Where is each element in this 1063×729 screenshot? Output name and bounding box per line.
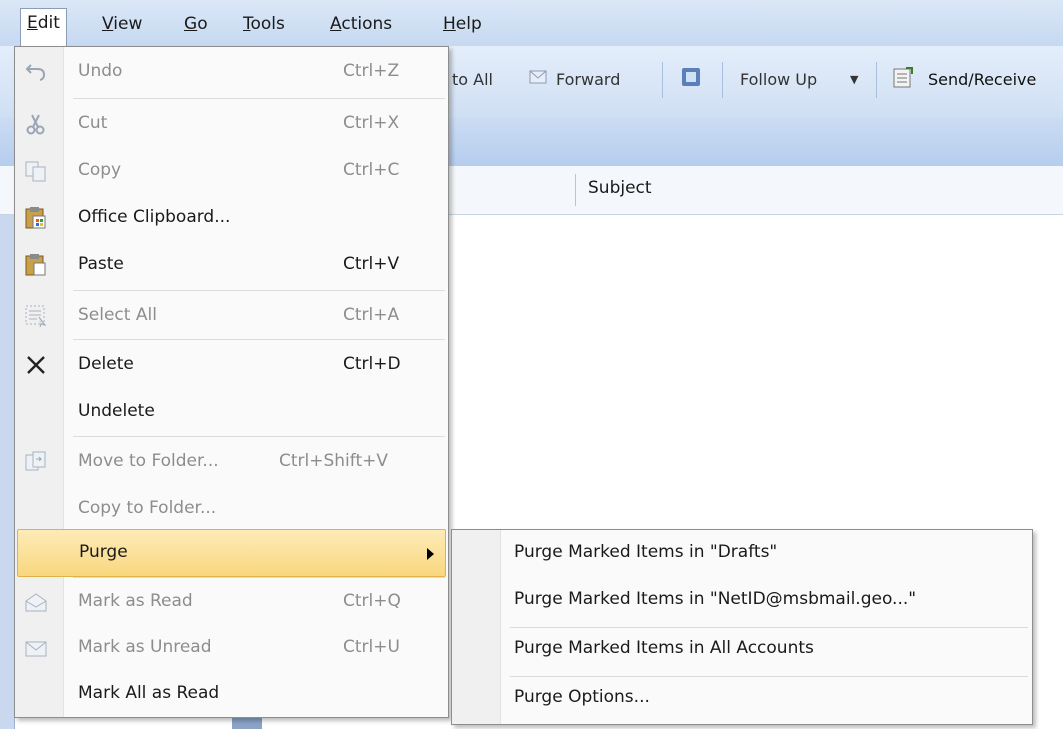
menu-separator [73,436,445,437]
edit-menu: Undo Ctrl+Z Cut Ctrl+X Copy Ctrl+C Offic… [14,46,449,718]
column-divider[interactable] [575,174,576,206]
submenu-separator [510,627,1028,628]
menu-separator [73,339,445,340]
office-clipboard-label: Office Clipboard... [78,207,231,227]
menu-item-copy[interactable]: Copy Ctrl+C [17,148,446,194]
purge-submenu: Purge Marked Items in "Drafts" Purge Mar… [451,529,1033,725]
delete-shortcut: Ctrl+D [343,354,401,374]
mark-as-read-shortcut: Ctrl+Q [343,591,401,611]
submenu-separator [510,676,1028,677]
menu-item-move-to-folder[interactable]: Move to Folder... Ctrl+Shift+V [17,439,446,485]
menu-item-paste[interactable]: Paste Ctrl+V [17,242,446,288]
follow-up-button[interactable]: Follow Up [740,66,817,94]
select-all-icon [23,303,49,329]
purge-drafts-item[interactable]: Purge Marked Items in "Drafts" [514,542,777,562]
menu-bar: Edit View Go Tools Actions Help [0,0,1063,47]
menu-item-undo[interactable]: Undo Ctrl+Z [17,49,446,95]
menu-item-mark-all-as-read[interactable]: Mark All as Read [17,671,446,717]
menu-actions[interactable]: Actions [324,10,398,38]
menu-separator [73,577,445,578]
menu-item-undelete[interactable]: Undelete [17,389,446,435]
menu-separator [73,290,445,291]
purge-options-item[interactable]: Purge Options... [514,687,650,707]
purge-netid-item[interactable]: Purge Marked Items in "NetID@msbmail.geo… [514,589,916,609]
copy-to-folder-label: Copy to Folder... [78,498,217,518]
purge-label: Purge [79,542,128,562]
menu-view[interactable]: View [96,10,148,38]
delete-label: Delete [78,354,134,374]
menu-item-select-all[interactable]: Select All Ctrl+A [17,293,446,339]
subject-column-header[interactable]: Subject [588,178,652,198]
copy-shortcut: Ctrl+C [343,160,400,180]
mark-all-as-read-label: Mark All as Read [78,683,220,703]
scissors-icon [23,111,49,137]
menu-item-copy-to-folder[interactable]: Copy to Folder... [17,486,446,532]
undelete-label: Undelete [78,401,155,421]
cut-shortcut: Ctrl+X [343,113,400,133]
submenu-icon-gutter [452,530,501,724]
paste-label: Paste [78,254,124,274]
toolbar-separator [876,62,877,98]
send-receive-button[interactable]: Send/Receive [928,66,1036,94]
mark-as-unread-shortcut: Ctrl+U [343,637,400,657]
menu-item-cut[interactable]: Cut Ctrl+X [17,101,446,147]
mark-as-read-label: Mark as Read [78,591,193,611]
purge-all-accounts-item[interactable]: Purge Marked Items in All Accounts [514,638,814,658]
copy-icon [23,158,49,184]
menu-item-delete[interactable]: Delete Ctrl+D [17,342,446,388]
move-to-folder-label: Move to Folder... [78,451,219,471]
menu-separator [73,98,445,99]
undo-icon [23,59,49,85]
menu-tools[interactable]: Tools [237,10,291,38]
forward-button[interactable]: Forward [556,66,620,94]
categorize-icon[interactable] [680,66,702,88]
menu-item-office-clipboard[interactable]: Office Clipboard... [17,195,446,241]
delete-x-icon [23,352,49,378]
menu-go[interactable]: Go [178,10,214,38]
move-to-folder-icon [23,449,49,475]
menu-item-mark-as-unread[interactable]: Mark as Unread Ctrl+U [17,625,446,671]
undo-label: Undo [78,61,123,81]
toolbar-separator [662,62,663,98]
mark-as-unread-label: Mark as Unread [78,637,212,657]
mark-as-read-icon [23,589,49,615]
send-receive-icon [892,66,914,88]
cut-label: Cut [78,113,108,133]
menu-item-mark-as-read[interactable]: Mark as Read Ctrl+Q [17,579,446,625]
reply-all-button[interactable]: to All [452,66,493,94]
office-clipboard-icon [23,205,49,231]
follow-up-dropdown-icon[interactable]: ▼ [850,66,858,94]
menu-item-purge[interactable]: Purge [17,529,446,577]
copy-label: Copy [78,160,122,180]
menu-edit[interactable]: Edit [20,8,67,47]
menu-help[interactable]: Help [437,10,488,38]
toolbar-separator [722,62,723,98]
forward-icon [528,66,550,88]
move-to-folder-shortcut: Ctrl+Shift+V [279,451,389,471]
submenu-arrow-icon [426,545,436,565]
paste-shortcut: Ctrl+V [343,254,400,274]
select-all-shortcut: Ctrl+A [343,305,400,325]
select-all-label: Select All [78,305,157,325]
undo-shortcut: Ctrl+Z [343,61,400,81]
paste-icon [23,252,49,278]
mark-as-unread-icon [23,635,49,661]
